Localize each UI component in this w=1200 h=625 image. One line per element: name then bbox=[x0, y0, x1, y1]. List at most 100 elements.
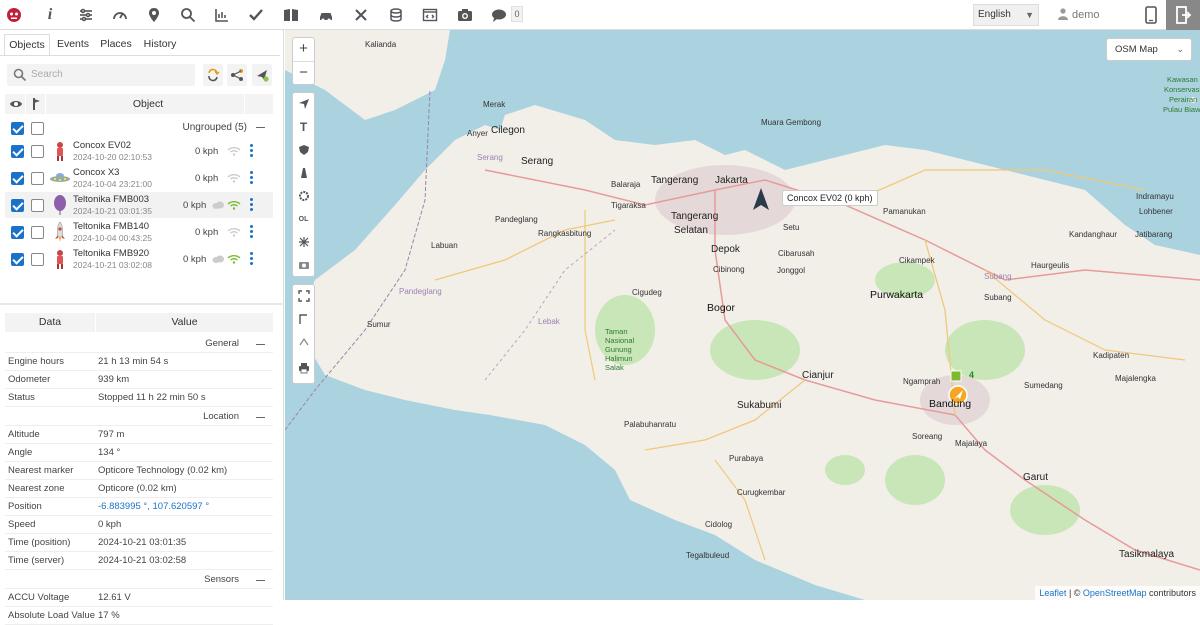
map-layer-select[interactable]: OSM Map ⌄ bbox=[1106, 38, 1192, 61]
attribution-tail: contributors bbox=[1146, 588, 1196, 598]
asterisk-icon[interactable] bbox=[293, 231, 314, 254]
reload-button[interactable] bbox=[203, 64, 223, 86]
top-toolbar: i 0 English ▼ demo bbox=[0, 0, 1200, 30]
chart-icon[interactable] bbox=[214, 7, 230, 23]
zoom-in-button[interactable]: + bbox=[293, 38, 314, 61]
object-row[interactable]: Teltonika FMB920 2024-10-21 03:02:08 0 k… bbox=[5, 246, 273, 272]
object-menu-icon[interactable] bbox=[250, 171, 253, 185]
map-label: Bandung bbox=[929, 398, 972, 410]
collapse-icon[interactable] bbox=[256, 127, 265, 128]
zoom-out-button[interactable]: − bbox=[293, 61, 314, 84]
object-follow-checkbox[interactable] bbox=[31, 145, 44, 158]
tab-events[interactable]: Events bbox=[52, 34, 94, 56]
book-icon[interactable] bbox=[283, 7, 299, 23]
object-visible-checkbox[interactable] bbox=[11, 253, 24, 266]
section-location[interactable]: Location bbox=[5, 408, 273, 426]
data-value: 2024-10-21 03:01:35 bbox=[98, 537, 187, 548]
object-visible-checkbox[interactable] bbox=[11, 199, 24, 212]
object-follow-checkbox[interactable] bbox=[31, 172, 44, 185]
text-tool-icon[interactable]: T bbox=[293, 116, 314, 139]
data-value: 939 km bbox=[98, 374, 130, 385]
user-menu[interactable]: demo bbox=[1058, 7, 1100, 23]
visibility-eye-icon[interactable] bbox=[10, 98, 22, 113]
map-pin-icon[interactable] bbox=[146, 7, 162, 23]
object-menu-icon[interactable] bbox=[250, 252, 253, 266]
follow-marker-icon[interactable] bbox=[31, 97, 41, 114]
map-label: Indramayu bbox=[1136, 192, 1174, 201]
cluster-count[interactable]: 4 bbox=[969, 370, 974, 380]
settings-sliders-icon[interactable] bbox=[78, 7, 94, 23]
object-row[interactable]: Concox X3 2024-10-04 23:21:00 0 kph bbox=[5, 165, 273, 191]
object-follow-checkbox[interactable] bbox=[31, 253, 44, 266]
object-visible-checkbox[interactable] bbox=[11, 172, 24, 185]
object-row[interactable]: Concox EV02 2024-10-20 02:10:53 0 kph bbox=[5, 138, 273, 164]
database-icon[interactable] bbox=[388, 7, 404, 23]
group-visible-checkbox[interactable] bbox=[11, 122, 24, 135]
position-link[interactable]: -6.883995 °, 107.620597 ° bbox=[98, 498, 209, 516]
road-icon[interactable] bbox=[293, 162, 314, 185]
chevron-up-icon[interactable] bbox=[293, 331, 314, 354]
data-value: 134 ° bbox=[98, 447, 121, 458]
data-row: Speed 0 kph bbox=[5, 516, 273, 534]
object-follow-checkbox[interactable] bbox=[31, 199, 44, 212]
object-menu-icon[interactable] bbox=[250, 225, 253, 239]
dashboard-gauge-icon[interactable] bbox=[112, 7, 128, 23]
object-row-selected[interactable]: Teltonika FMB003 2024-10-21 03:01:35 0 k… bbox=[5, 192, 273, 218]
osm-link[interactable]: OpenStreetMap bbox=[1083, 588, 1147, 598]
data-value: Opticore Technology (0.02 km) bbox=[98, 465, 228, 476]
camera-icon[interactable] bbox=[293, 254, 314, 277]
print-icon[interactable] bbox=[293, 357, 314, 380]
map-canvas[interactable]: + − T OL OSM Map ⌄ Concox EV02 (0 kph) 4… bbox=[285, 30, 1200, 600]
checkmark-icon[interactable] bbox=[248, 7, 264, 23]
panel-resize-divider[interactable] bbox=[0, 303, 284, 305]
add-object-button[interactable] bbox=[252, 64, 272, 86]
tab-history[interactable]: History bbox=[138, 34, 182, 56]
route-icon[interactable] bbox=[293, 308, 314, 331]
ignition-cloud-icon bbox=[212, 255, 224, 263]
camera-icon[interactable] bbox=[457, 7, 473, 23]
chevron-down-icon: ⌄ bbox=[1176, 44, 1184, 54]
tab-places[interactable]: Places bbox=[96, 34, 136, 56]
object-visible-checkbox[interactable] bbox=[11, 226, 24, 239]
object-follow-checkbox[interactable] bbox=[31, 226, 44, 239]
tools-icon[interactable] bbox=[353, 7, 369, 23]
app-logo-icon[interactable] bbox=[6, 7, 22, 23]
object-visible-checkbox[interactable] bbox=[11, 145, 24, 158]
map-label: Subang bbox=[984, 293, 1012, 302]
data-key: Engine hours bbox=[8, 356, 64, 367]
gear-icon[interactable] bbox=[293, 185, 314, 208]
section-sensors[interactable]: Sensors bbox=[5, 571, 273, 589]
map-tools-toolbar: T OL bbox=[292, 92, 315, 277]
map-label: Kandanghaur bbox=[1069, 230, 1118, 239]
object-menu-icon[interactable] bbox=[250, 144, 253, 158]
map-label: Pandeglang bbox=[495, 215, 538, 224]
language-select[interactable]: English ▼ bbox=[973, 4, 1039, 26]
fullscreen-icon[interactable] bbox=[293, 285, 314, 308]
navigate-tool-icon[interactable] bbox=[293, 93, 314, 116]
reload-icon bbox=[208, 68, 220, 82]
section-title: General bbox=[205, 338, 239, 349]
data-value: 797 m bbox=[98, 429, 125, 440]
ruler-icon[interactable]: OL bbox=[293, 208, 314, 231]
car-icon[interactable] bbox=[318, 7, 334, 23]
chat-icon[interactable] bbox=[491, 7, 507, 23]
tab-objects[interactable]: Objects bbox=[4, 34, 50, 56]
search-icon[interactable] bbox=[180, 7, 196, 23]
collapse-icon[interactable] bbox=[256, 580, 265, 581]
shield-icon[interactable] bbox=[293, 139, 314, 162]
person-icon bbox=[57, 142, 63, 161]
search-input[interactable]: Search bbox=[7, 64, 195, 86]
ignition-cloud-icon bbox=[212, 201, 224, 209]
share-button[interactable] bbox=[227, 64, 247, 86]
collapse-icon[interactable] bbox=[256, 344, 265, 345]
section-general[interactable]: General bbox=[5, 335, 273, 353]
mobile-icon[interactable] bbox=[1145, 6, 1157, 24]
group-follow-checkbox[interactable] bbox=[31, 122, 44, 135]
leaflet-link[interactable]: Leaflet bbox=[1039, 588, 1066, 598]
info-icon[interactable]: i bbox=[42, 7, 58, 23]
code-window-icon[interactable] bbox=[422, 7, 438, 23]
object-row[interactable]: Teltonika FMB140 2024-10-04 00:43:25 0 k… bbox=[5, 219, 273, 245]
object-menu-icon[interactable] bbox=[250, 198, 253, 212]
collapse-icon[interactable] bbox=[256, 417, 265, 418]
logout-button[interactable] bbox=[1166, 0, 1200, 30]
